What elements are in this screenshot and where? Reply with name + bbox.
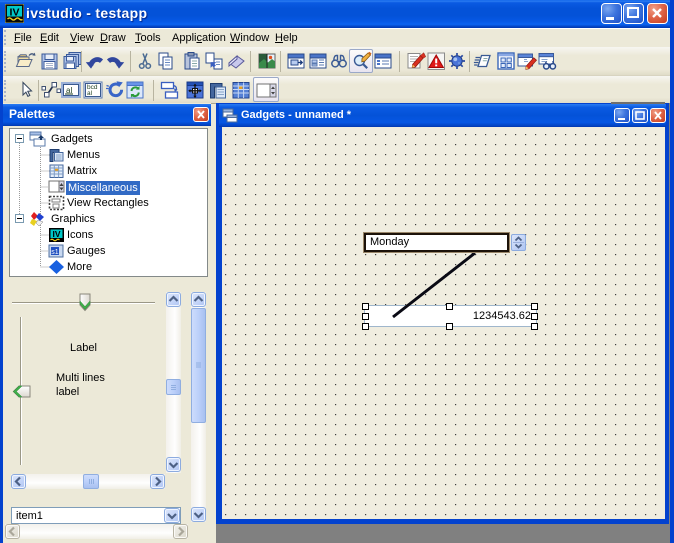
svg-text:IV: IV xyxy=(10,7,20,19)
svg-text:IV: IV xyxy=(52,229,60,239)
svg-text:s1: s1 xyxy=(51,249,59,256)
svg-text:al: al xyxy=(87,90,93,97)
